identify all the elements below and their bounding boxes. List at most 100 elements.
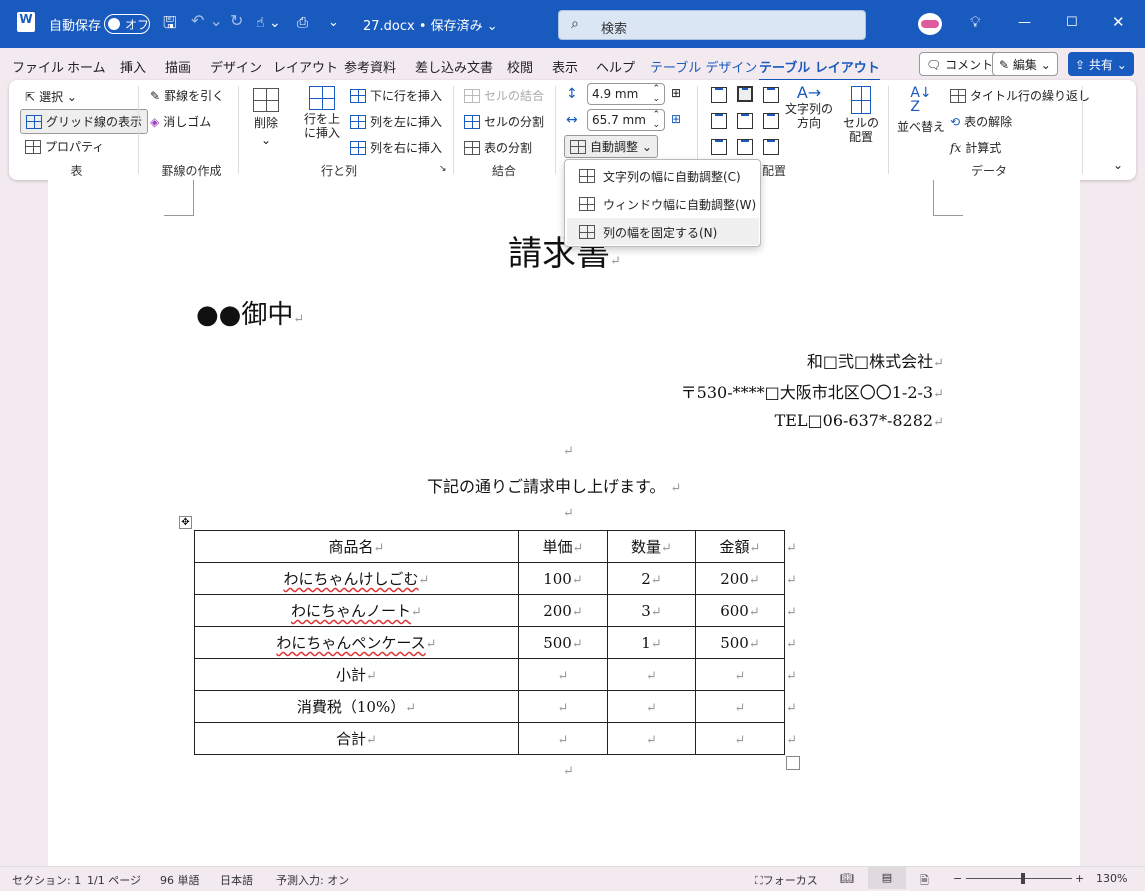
save-icon[interactable]: 🖫	[163, 12, 177, 39]
draw-table-button[interactable]: ✎ 罫線を引く	[150, 87, 224, 104]
menu-item-fixed-width[interactable]: 列の幅を固定する(N)	[567, 218, 759, 245]
undo-icon[interactable]: ↶ ⌄	[191, 11, 223, 30]
table-cell[interactable]: わにちゃんけしごむ↵	[194, 562, 519, 595]
zoom-level[interactable]: 130%	[1096, 872, 1127, 885]
tab-references[interactable]: 参考資料	[344, 57, 396, 76]
table-cell[interactable]: ↵	[518, 722, 608, 755]
tab-help[interactable]: ヘルプ	[596, 57, 635, 76]
invoice-table[interactable]: 商品名↵ 単価↵ 数量↵ 金額↵ ↵ わにちゃんけしごむ↵ 100↵ 2↵ 200↵ ↵ わにちゃん…	[194, 530, 799, 755]
menu-item-autofit-window[interactable]: ウィンドウ幅に自動調整(W)	[567, 190, 759, 217]
table-cell[interactable]: 数量↵	[607, 530, 696, 563]
sort-button[interactable]: A↓ Z 並べ替え	[897, 86, 945, 135]
document-title[interactable]: 27.docx • 保存済み ⌄	[363, 15, 498, 34]
align-bottom-right-button[interactable]	[763, 139, 779, 155]
table-cell[interactable]: 合計↵	[194, 722, 519, 755]
section-indicator[interactable]: セクション: 1	[12, 872, 81, 888]
align-top-center-button[interactable]	[737, 86, 753, 102]
insert-above-button[interactable]: 行を上 に挿入	[304, 86, 340, 140]
zoom-slider[interactable]	[966, 873, 1072, 884]
text-predictions[interactable]: 予測入力: オン	[276, 872, 349, 888]
table-cell[interactable]: 消費税（10%）↵	[194, 690, 519, 723]
text-direction-button[interactable]: A→ 文字列の 方向	[785, 85, 833, 131]
web-layout-icon[interactable]: 🗎	[920, 872, 929, 891]
properties-button[interactable]: プロパティ	[25, 138, 104, 155]
align-center-left-button[interactable]	[711, 113, 727, 129]
tab-table-layout[interactable]: テーブル レイアウト	[759, 57, 880, 82]
cell-margins-button[interactable]: セルの 配置	[843, 86, 879, 144]
tab-home[interactable]: ホーム	[67, 57, 106, 76]
table-cell[interactable]: 200↵	[518, 594, 608, 627]
edit-button[interactable]: ✎ 編集 ⌄	[992, 52, 1058, 76]
table-cell[interactable]: ↵	[695, 658, 785, 691]
zoom-in-button[interactable]: +	[1075, 872, 1084, 885]
align-center-right-button[interactable]	[763, 113, 779, 129]
column-width-input[interactable]: 65.7 mm ⌃ ⌄	[587, 109, 665, 131]
read-mode-icon[interactable]: 📖︎	[840, 872, 854, 885]
distribute-rows-icon[interactable]: ⊞	[671, 86, 681, 100]
align-bottom-center-button[interactable]	[737, 139, 753, 155]
insert-right-button[interactable]: 列を右に挿入	[350, 139, 442, 156]
table-cell[interactable]: ↵	[607, 658, 696, 691]
search-box[interactable]: ⌕ 検索	[558, 10, 866, 40]
table-cell[interactable]: 金額↵	[695, 530, 785, 563]
lightbulb-icon[interactable]: 💡︎	[970, 13, 981, 31]
redo-icon[interactable]: ↻	[230, 11, 243, 30]
document-page[interactable]: 請求書↵ ●●御中↵ 和□弐□株式会社↵ 〒530-****□大阪市北区〇〇1-…	[48, 180, 1080, 866]
table-cell[interactable]: 商品名↵	[194, 530, 519, 563]
view-gridlines-button[interactable]: グリッド線の表示	[20, 109, 149, 134]
avatar[interactable]	[918, 13, 942, 35]
table-resize-handle[interactable]	[786, 756, 800, 770]
repeat-header-button[interactable]: タイトル行の繰り返し	[950, 87, 1090, 104]
autosave-toggle[interactable]: オフ	[104, 14, 150, 34]
tab-mailings[interactable]: 差し込み文書	[415, 57, 493, 76]
collapse-ribbon-icon[interactable]: ⌄	[1113, 158, 1123, 172]
tab-review[interactable]: 校閲	[507, 57, 533, 76]
close-button[interactable]: ✕	[1112, 13, 1125, 31]
table-cell[interactable]: 500↵	[518, 626, 608, 659]
tab-view[interactable]: 表示	[552, 57, 578, 76]
touch-mode-icon[interactable]: ☝ ⌄	[256, 15, 281, 31]
table-cell[interactable]: ↵	[695, 690, 785, 723]
table-cell[interactable]: ↵	[607, 722, 696, 755]
align-top-right-button[interactable]	[763, 87, 779, 103]
table-cell[interactable]: 100↵	[518, 562, 608, 595]
tab-layout[interactable]: レイアウト	[273, 57, 338, 76]
insert-left-button[interactable]: 列を左に挿入	[350, 113, 442, 130]
tab-table-design[interactable]: テーブル デザイン	[650, 57, 757, 76]
table-cell[interactable]: ↵	[518, 658, 608, 691]
autofit-button[interactable]: 自動調整 ⌄	[564, 135, 658, 158]
table-cell[interactable]: 200↵	[695, 562, 785, 595]
distribute-columns-icon[interactable]: ⊞	[671, 112, 681, 126]
convert-to-text-button[interactable]: ⟲ 表の解除	[950, 113, 1012, 130]
row-height-input[interactable]: 4.9 mm ⌃ ⌄	[587, 83, 665, 105]
focus-button[interactable]: ⛶フォーカス	[755, 872, 818, 888]
align-top-left-button[interactable]	[711, 87, 727, 103]
dialog-launcher-icon[interactable]: ↘	[439, 164, 447, 174]
table-cell[interactable]: 1↵	[607, 626, 696, 659]
delete-button[interactable]: 削除 ⌄	[253, 88, 279, 147]
table-cell[interactable]: 単価↵	[518, 530, 608, 563]
zoom-out-button[interactable]: −	[953, 872, 962, 885]
table-cell[interactable]: 600↵	[695, 594, 785, 627]
table-cell[interactable]: 500↵	[695, 626, 785, 659]
print-layout-icon[interactable]: ▤	[868, 867, 906, 889]
split-cells-button[interactable]: セルの分割	[464, 113, 544, 130]
zoom-slider-thumb[interactable]	[1020, 873, 1025, 884]
table-cell[interactable]: わにちゃんペンケース↵	[194, 626, 519, 659]
select-button[interactable]: ⇱ 選択 ⌄	[25, 88, 77, 105]
table-cell[interactable]: 3↵	[607, 594, 696, 627]
insert-below-button[interactable]: 下に行を挿入	[350, 87, 442, 104]
split-table-button[interactable]: 表の分割	[464, 139, 532, 156]
tab-insert[interactable]: 挿入	[120, 57, 146, 76]
maximize-button[interactable]: ☐	[1066, 15, 1078, 30]
table-cell[interactable]: 小計↵	[194, 658, 519, 691]
table-cell[interactable]: ↵	[607, 690, 696, 723]
minimize-button[interactable]: —	[1018, 15, 1031, 30]
tab-file[interactable]: ファイル	[12, 57, 64, 76]
word-count[interactable]: 96 単語	[160, 872, 200, 888]
table-cell[interactable]: 2↵	[607, 562, 696, 595]
formula-button[interactable]: fx 計算式	[950, 139, 1001, 156]
align-center-button[interactable]	[737, 113, 753, 129]
tab-draw[interactable]: 描画	[165, 57, 191, 76]
merge-cells-button[interactable]: セルの結合	[464, 87, 544, 104]
